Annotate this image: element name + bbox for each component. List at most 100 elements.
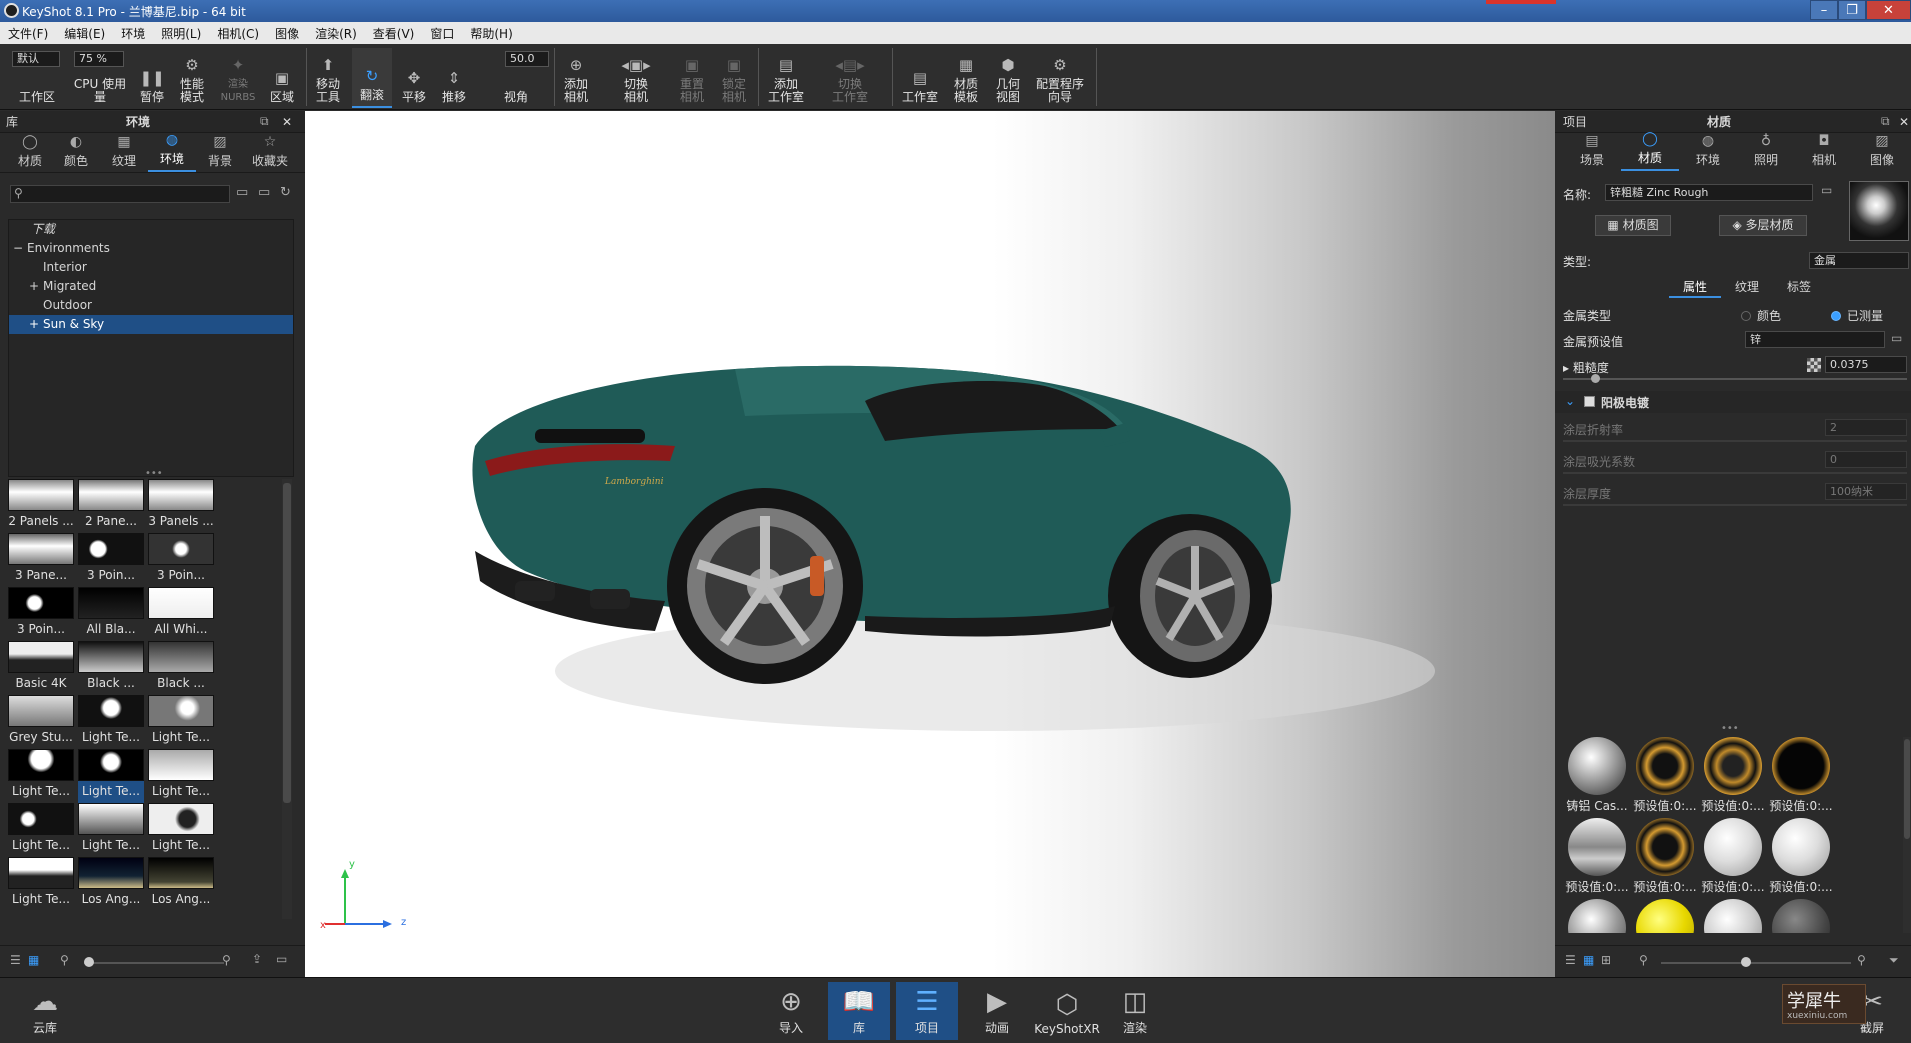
tumble-button[interactable]: ↻ 翻滚	[352, 48, 392, 108]
add-camera-button[interactable]: ⊕ 添加 相机	[558, 48, 594, 108]
expand-icon[interactable]: +	[29, 277, 39, 296]
list-view-icon[interactable]: ☰	[1565, 953, 1576, 967]
environment-thumb[interactable]: 3 Poin...	[78, 533, 144, 587]
material-thumb[interactable]: 预设值:0:...	[1631, 818, 1699, 895]
tree-view-icon[interactable]: ⊞	[1601, 953, 1611, 967]
environment-thumb[interactable]: 3 Pane...	[8, 533, 74, 587]
project-button[interactable]: ☰ 项目	[896, 982, 958, 1040]
environment-thumb[interactable]: Black ...	[148, 641, 214, 695]
expand-icon[interactable]: +	[29, 315, 39, 334]
studio-button[interactable]: ▤ 工作室	[898, 48, 942, 108]
menu-camera[interactable]: 相机(C)	[209, 25, 267, 42]
menu-render[interactable]: 渲染(R)	[307, 25, 365, 42]
tab-textures[interactable]: ▦ 纹理	[100, 133, 148, 172]
tab-materials[interactable]: ◯ 材质	[8, 133, 52, 172]
tab-colors[interactable]: ◐ 颜色	[52, 133, 100, 172]
pause-button[interactable]: ❚❚ 暂停	[136, 48, 168, 108]
undock-icon[interactable]: ⧉	[1881, 114, 1890, 129]
render-viewport[interactable]: Lamborghini x y z	[305, 111, 1555, 977]
close-panel-icon[interactable]: ✕	[282, 115, 292, 129]
environment-thumb[interactable]: Light Te...	[8, 749, 74, 803]
menu-lighting[interactable]: 照明(L)	[153, 25, 209, 42]
radio-measured[interactable]	[1831, 311, 1841, 321]
add-studio-button[interactable]: ▤ 添加 工作室	[764, 48, 808, 108]
material-thumb[interactable]: 预设值:0:...	[1699, 737, 1767, 814]
coating-absorption-input[interactable]: 0	[1825, 451, 1907, 468]
coating-ior-slider[interactable]	[1563, 440, 1907, 442]
material-graph-button[interactable]: ▦ 材质图	[1595, 215, 1671, 236]
environment-thumb[interactable]: Light Te...	[148, 803, 214, 857]
slider-handle[interactable]	[1741, 957, 1751, 967]
render-nurbs-button[interactable]: ✦ 渲染 NURBS	[216, 48, 260, 108]
refresh-icon[interactable]: ↻	[280, 185, 291, 200]
list-view-icon[interactable]: ☰	[10, 953, 21, 967]
chevron-down-icon[interactable]: ⌄	[1565, 394, 1575, 408]
material-thumb[interactable]	[1699, 899, 1767, 933]
zoom-out-icon[interactable]: ⚲	[1639, 953, 1648, 967]
environment-thumb[interactable]: Light Te...	[78, 803, 144, 857]
field-of-view-button[interactable]: 视角	[488, 48, 544, 108]
subtab-labels[interactable]: 标签	[1773, 278, 1825, 298]
texture-map-icon[interactable]	[1807, 358, 1821, 372]
roughness-slider[interactable]	[1563, 378, 1907, 380]
reset-camera-button[interactable]: ▣ 重置 相机	[674, 48, 710, 108]
menu-image[interactable]: 图像	[267, 25, 307, 42]
animation-button[interactable]: ▶ 动画	[966, 982, 1028, 1040]
environment-thumb[interactable]: Light Te...	[8, 803, 74, 857]
tab-image[interactable]: ▨ 图像	[1853, 133, 1911, 171]
grid-view-icon[interactable]: ▦	[1583, 953, 1594, 967]
tab-environments[interactable]: ◍ 环境	[148, 132, 196, 172]
tab-backgrounds[interactable]: ▨ 背景	[196, 133, 244, 172]
environment-thumb[interactable]: Light Te...	[78, 749, 144, 803]
switch-camera-button[interactable]: ◂▣▸ 切换 相机	[616, 48, 656, 108]
grid-view-icon[interactable]: ▦	[28, 953, 39, 967]
tab-camera[interactable]: ◘ 相机	[1795, 133, 1853, 171]
render-button[interactable]: ◫ 渲染	[1104, 982, 1166, 1040]
maximize-button[interactable]: ❐	[1838, 0, 1866, 20]
environment-thumb[interactable]: All Bla...	[78, 587, 144, 641]
environment-thumb[interactable]: Light Te...	[148, 695, 214, 749]
splitter-handle[interactable]: •••	[145, 468, 163, 479]
tree-item-sun-sky[interactable]: + Sun & Sky	[9, 315, 293, 334]
environment-thumb[interactable]: 2 Panels ...	[8, 479, 74, 533]
coating-thickness-input[interactable]: 100纳米	[1825, 483, 1907, 500]
lock-camera-button[interactable]: ▣ 锁定 相机	[716, 48, 752, 108]
material-thumb[interactable]	[1767, 899, 1835, 933]
tab-material[interactable]: ◯ 材质	[1621, 131, 1679, 171]
materials-scrollbar[interactable]	[1903, 737, 1911, 933]
anodized-checkbox[interactable]	[1584, 396, 1595, 407]
thumbnails-scrollbar[interactable]	[282, 479, 292, 919]
material-name-input[interactable]: 锌粗糙 Zinc Rough	[1605, 184, 1813, 201]
material-thumb[interactable]: 预设值:0:...	[1563, 818, 1631, 895]
close-panel-icon[interactable]: ✕	[1899, 115, 1909, 129]
coating-ior-input[interactable]: 2	[1825, 419, 1907, 436]
zoom-out-icon[interactable]: ⚲	[60, 953, 69, 967]
environment-thumb[interactable]: Basic 4K	[8, 641, 74, 695]
move-tool-button[interactable]: ⬆ 移动 工具	[310, 48, 346, 108]
scrollbar-thumb[interactable]	[1904, 739, 1910, 839]
menu-help[interactable]: 帮助(H)	[462, 25, 520, 42]
slider-handle[interactable]	[84, 957, 94, 967]
multilayer-material-button[interactable]: ◈ 多层材质	[1719, 215, 1807, 236]
subtab-properties[interactable]: 属性	[1669, 278, 1721, 298]
material-thumb[interactable]: 铸铝 Cas...	[1563, 737, 1631, 814]
environment-thumb[interactable]: Grey Stu...	[8, 695, 74, 749]
environment-thumb[interactable]: Light Te...	[8, 857, 74, 911]
menu-file[interactable]: 文件(F)	[0, 25, 56, 42]
menu-view[interactable]: 查看(V)	[365, 25, 423, 42]
import-button[interactable]: ⊕ 导入	[760, 982, 822, 1040]
minimize-button[interactable]: –	[1810, 0, 1838, 20]
roughness-input[interactable]: 0.0375	[1825, 356, 1907, 373]
cpu-usage-button[interactable]: CPU 使用量	[68, 48, 132, 108]
environment-thumb[interactable]: 2 Pane...	[78, 479, 144, 533]
radio-color[interactable]	[1741, 311, 1751, 321]
tab-lighting[interactable]: ♁ 照明	[1737, 133, 1795, 171]
filter-icon[interactable]: ⏷	[1889, 953, 1899, 968]
switch-studio-button[interactable]: ◂▤▸ 切换 工作室	[826, 48, 874, 108]
folder-icon[interactable]: ▭	[276, 952, 287, 966]
anodized-section-header[interactable]: ⌄ 阳极电镀	[1555, 391, 1911, 413]
environment-thumb[interactable]: Black ...	[78, 641, 144, 695]
type-select[interactable]: 金属	[1809, 252, 1909, 269]
material-thumb[interactable]: 预设值:0:...	[1767, 737, 1835, 814]
dolly-button[interactable]: ⇕ 推移	[436, 48, 472, 108]
